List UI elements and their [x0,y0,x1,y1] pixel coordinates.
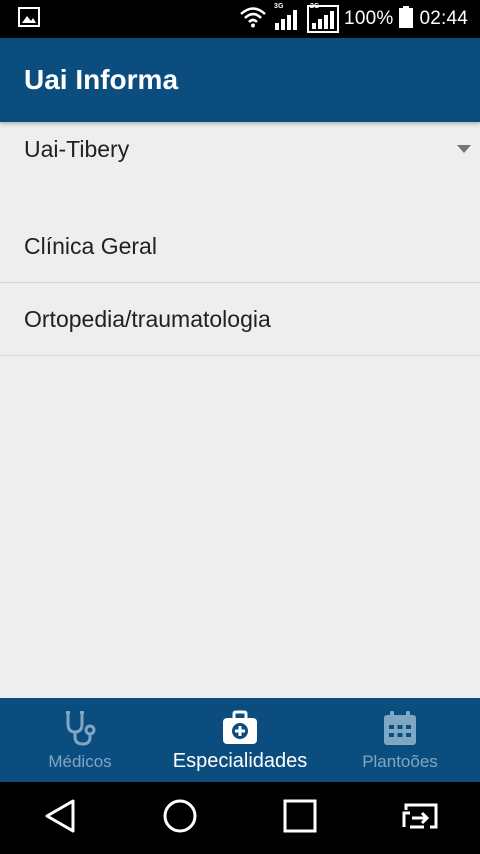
nav-item-medicos[interactable]: Médicos [0,698,160,782]
specialty-list: Clínica Geral Ortopedia/traumatologia [0,210,480,356]
content-area: Uai-Tibery Clínica Geral Ortopedia/traum… [0,122,480,698]
clock: 02:44 [419,8,468,29]
back-triangle-icon [43,798,77,838]
recents-button[interactable] [270,788,330,848]
switch-app-button[interactable] [390,788,450,848]
back-button[interactable] [30,788,90,848]
wifi-icon [240,6,266,33]
calendar-icon [380,708,420,748]
switch-app-icon [400,801,440,835]
nav-label-especialidades: Especialidades [172,750,308,772]
battery-icon [399,5,414,33]
recents-square-icon [283,799,317,837]
nav-item-especialidades[interactable]: Especialidades [160,698,320,782]
signal-2g-icon: 2G [307,3,340,33]
bottom-navigation: Médicos Especialidades Plantoões [0,698,480,782]
status-bar: 3G 2G 100% 02:44 [0,0,480,38]
app-title: Uai Informa [24,64,179,95]
nav-label-plantoes: Plantoões [362,752,438,771]
signal-3g-icon: 3G [272,3,302,32]
nav-item-plantoes[interactable]: Plantoões [320,698,480,782]
unit-spinner[interactable]: Uai-Tibery [0,122,480,210]
gallery-notification-icon [18,6,40,32]
spinner-selected-label: Uai-Tibery [24,136,130,162]
app-bar: Uai Informa [0,38,480,122]
system-navigation-bar [0,782,480,854]
list-item[interactable]: Clínica Geral [0,210,480,283]
home-button[interactable] [150,788,210,848]
stethoscope-icon [60,708,100,748]
battery-percent: 100% [344,8,394,29]
list-item[interactable]: Ortopedia/traumatologia [0,283,480,356]
dropdown-arrow-icon [457,145,471,153]
nav-label-medicos: Médicos [48,752,112,771]
medical-kit-icon [220,708,260,748]
home-circle-icon [162,798,198,838]
